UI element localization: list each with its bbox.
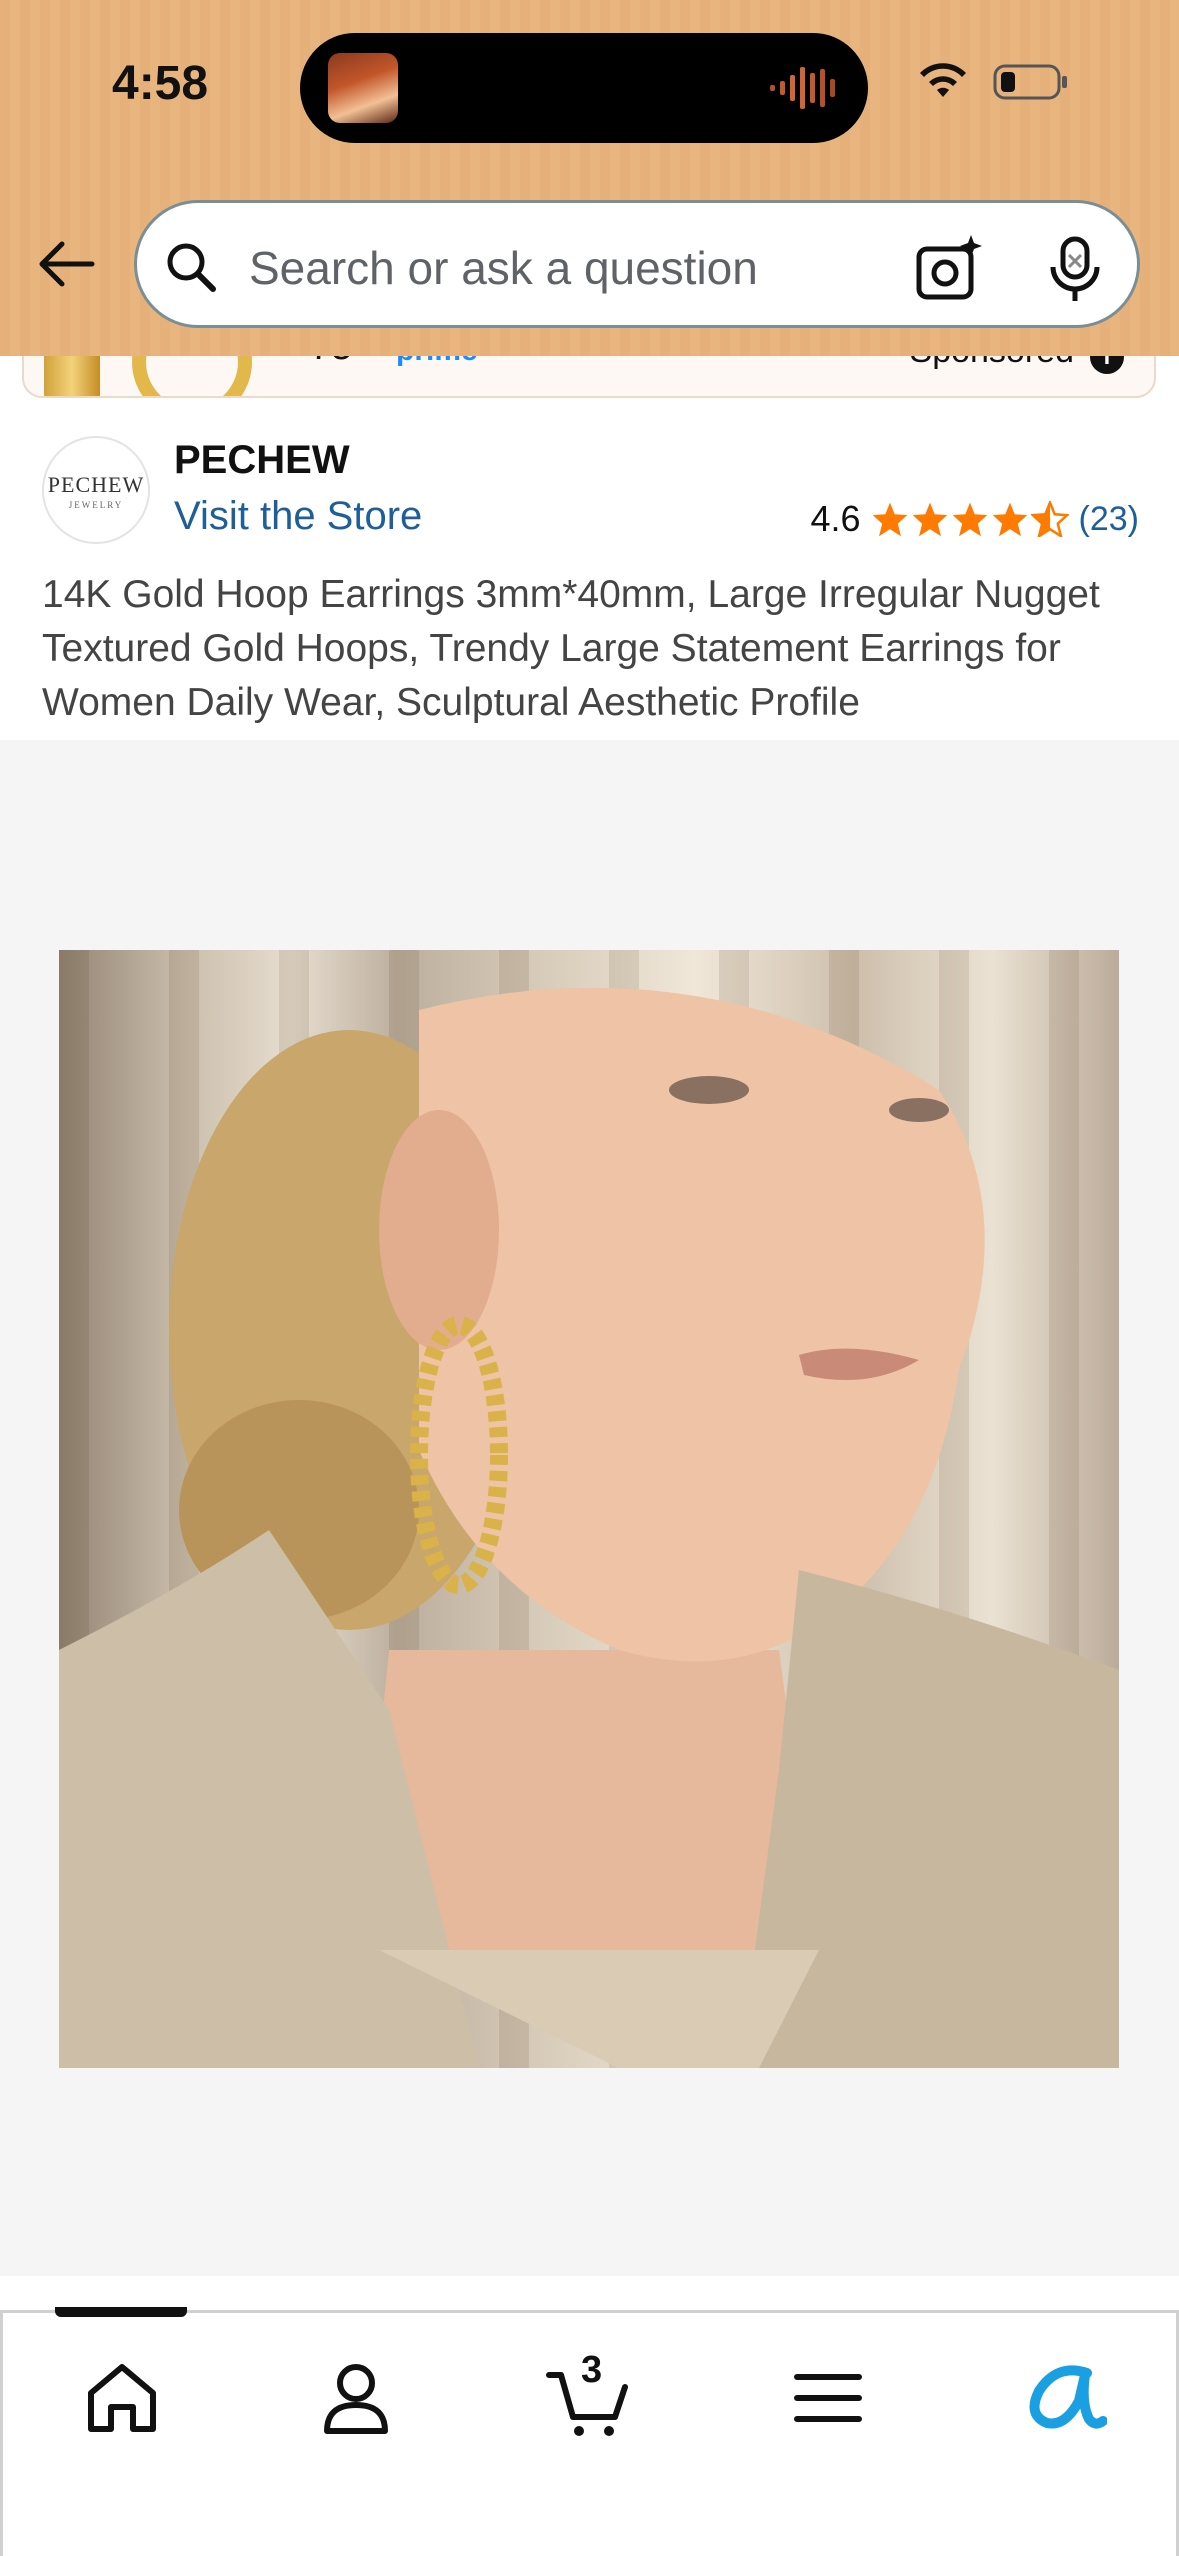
menu-icon[interactable] [783,2353,873,2443]
app-header: 4:58 Search or ask a question [0,0,1179,356]
audio-wave-icon [770,67,835,109]
search-icon [167,243,216,292]
star-icon [912,502,947,537]
account-icon[interactable] [311,2353,401,2443]
search-placeholder: Search or ask a question [249,242,758,294]
product-photo[interactable] [59,950,1119,2068]
status-time: 4:58 [112,57,209,110]
rufus-ai-icon[interactable] [1017,2353,1107,2443]
visit-store-link[interactable]: Visit the Store [174,494,422,539]
wifi-icon [920,63,966,97]
bottom-navigation: 3 [0,2307,1179,2556]
back-arrow-icon[interactable] [34,232,98,296]
star-icon [992,502,1027,537]
camera-search-icon[interactable] [913,233,985,305]
battery-icon [993,64,1067,100]
status-icons [917,62,1069,102]
home-icon[interactable] [77,2353,167,2443]
brand-name: PECHEW [174,438,350,482]
star-icon [952,502,987,537]
microphone-icon[interactable] [1045,233,1105,305]
star-icon [872,502,907,537]
half-star-icon [1030,501,1069,537]
rating-value: 4.6 [810,498,861,539]
now-playing-artwork [328,53,398,123]
search-input[interactable]: Search or ask a question [134,200,1140,328]
model-illustration [59,987,1119,2068]
rating-summary[interactable]: 4.6 (23) [810,498,1139,540]
product-title: 14K Gold Hoop Earrings 3mm*40mm, Large I… [42,573,1100,724]
cart-button[interactable]: 3 [545,2349,635,2443]
rating-count: (23) [1078,499,1139,538]
dynamic-island[interactable] [300,33,868,143]
cart-count-badge: 3 [581,2349,603,2391]
product-image-gallery[interactable] [0,740,1179,2276]
active-tab-indicator [55,2307,187,2317]
store-logo[interactable]: PECHEW JEWELRY [42,436,150,544]
star-rating [871,501,1069,537]
